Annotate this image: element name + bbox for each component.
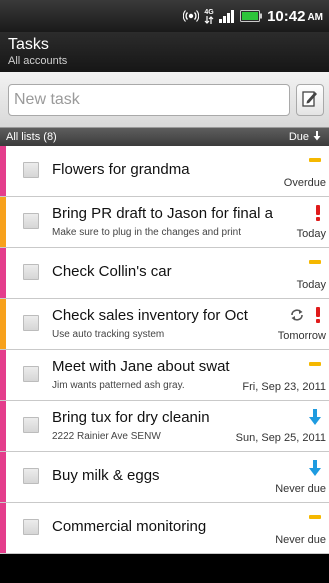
empty-bottom-area bbox=[0, 554, 329, 583]
task-due-date: Sun, Sep 25, 2011 bbox=[232, 432, 326, 444]
priority-indicator bbox=[309, 154, 321, 170]
low-priority-icon bbox=[309, 460, 321, 480]
network-4g-icon: 4G bbox=[204, 9, 214, 24]
sort-label: Due bbox=[288, 131, 309, 143]
priority-indicator bbox=[309, 358, 321, 374]
task-due-date: Today bbox=[293, 279, 326, 291]
task-checkbox[interactable] bbox=[23, 417, 39, 433]
battery-icon bbox=[240, 10, 263, 22]
task-due-date: Overdue bbox=[280, 177, 326, 189]
task-due-date: Never due bbox=[272, 483, 326, 495]
high-priority-icon bbox=[315, 205, 321, 225]
location-icon bbox=[183, 8, 200, 24]
status-ampm: AM bbox=[307, 12, 323, 23]
task-checkbox[interactable] bbox=[23, 519, 39, 535]
list-color-strip bbox=[0, 452, 6, 502]
add-task-button[interactable] bbox=[296, 84, 324, 116]
task-title: Check sales inventory for Oct bbox=[52, 307, 248, 324]
normal-priority-icon bbox=[309, 515, 321, 519]
signal-icon bbox=[219, 9, 235, 23]
list-color-strip bbox=[0, 350, 6, 400]
task-checkbox[interactable] bbox=[23, 468, 39, 484]
page-title: Tasks bbox=[8, 36, 49, 53]
task-row[interactable]: Flowers for grandma Overdue bbox=[0, 146, 329, 197]
task-row[interactable]: Check Collin's car Today bbox=[0, 248, 329, 299]
task-due-date: Today bbox=[293, 228, 326, 240]
app-header: Tasks All accounts bbox=[0, 32, 329, 72]
task-row[interactable]: Bring PR draft to Jason for final a Make … bbox=[0, 197, 329, 248]
list-color-strip bbox=[0, 401, 6, 451]
edit-note-icon bbox=[302, 89, 318, 111]
task-note: Use auto tracking system bbox=[52, 329, 165, 340]
status-bar: 4G 10:42 AM bbox=[0, 0, 329, 32]
high-priority-icon bbox=[315, 307, 321, 327]
task-checkbox[interactable] bbox=[23, 213, 39, 229]
task-checkbox[interactable] bbox=[23, 162, 39, 178]
task-checkbox[interactable] bbox=[23, 315, 39, 331]
priority-indicator bbox=[309, 511, 321, 527]
task-title: Buy milk & eggs bbox=[52, 467, 160, 484]
list-color-strip bbox=[0, 146, 6, 196]
list-filter-label[interactable]: All lists (8) bbox=[6, 131, 57, 143]
repeat-icon bbox=[289, 307, 305, 326]
low-priority-icon bbox=[309, 409, 321, 429]
task-checkbox[interactable] bbox=[23, 264, 39, 280]
account-subtitle: All accounts bbox=[8, 55, 68, 67]
new-task-bar bbox=[0, 72, 329, 128]
task-row[interactable]: Commercial monitoring Never due bbox=[0, 503, 329, 554]
normal-priority-icon bbox=[309, 158, 321, 162]
task-row[interactable]: Bring tux for dry cleanin 2222 Rainier Av… bbox=[0, 401, 329, 452]
priority-indicator bbox=[309, 409, 321, 425]
sort-control[interactable]: Due bbox=[288, 130, 321, 144]
list-color-strip bbox=[0, 197, 6, 247]
task-row[interactable]: Buy milk & eggs Never due bbox=[0, 452, 329, 503]
task-title: Flowers for grandma bbox=[52, 161, 190, 178]
list-header[interactable]: All lists (8) Due bbox=[0, 128, 329, 146]
list-color-strip bbox=[0, 248, 6, 298]
priority-indicator bbox=[315, 205, 321, 221]
normal-priority-icon bbox=[309, 362, 321, 366]
task-note: Make sure to plug in the changes and pri… bbox=[52, 227, 242, 238]
new-task-input[interactable] bbox=[8, 84, 290, 116]
task-note: 2222 Rainier Ave SENW bbox=[52, 431, 161, 442]
normal-priority-icon bbox=[309, 260, 321, 264]
task-due-date: Never due bbox=[272, 534, 326, 546]
priority-indicator bbox=[309, 460, 321, 476]
list-color-strip bbox=[0, 503, 6, 553]
task-row[interactable]: Check sales inventory for Oct Use auto tr… bbox=[0, 299, 329, 350]
task-title: Bring tux for dry cleanin bbox=[52, 409, 210, 426]
task-due-date: Tomorrow bbox=[274, 330, 326, 342]
task-title: Commercial monitoring bbox=[52, 518, 207, 535]
task-title: Meet with Jane about swat bbox=[52, 358, 230, 375]
priority-indicator bbox=[309, 256, 321, 272]
task-row[interactable]: Meet with Jane about swat Jim wants patte… bbox=[0, 350, 329, 401]
task-checkbox[interactable] bbox=[23, 366, 39, 382]
priority-indicator bbox=[289, 307, 321, 323]
sort-down-icon bbox=[313, 130, 321, 144]
task-due-date: Fri, Sep 23, 2011 bbox=[239, 381, 326, 393]
task-title: Check Collin's car bbox=[52, 263, 172, 280]
task-title: Bring PR draft to Jason for final a bbox=[52, 205, 273, 222]
list-color-strip bbox=[0, 299, 6, 349]
status-time: 10:42 bbox=[267, 7, 306, 25]
task-note: Jim wants patterned ash gray. bbox=[52, 380, 185, 391]
network-label: 4G bbox=[204, 8, 214, 16]
